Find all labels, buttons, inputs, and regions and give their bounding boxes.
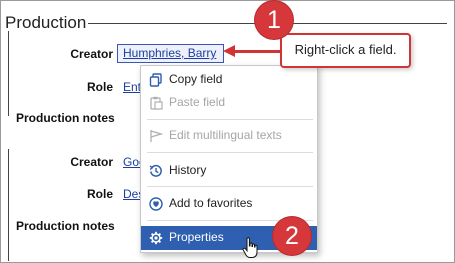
- role-label-2: Role: [86, 187, 113, 201]
- group-border-2: [8, 149, 9, 261]
- callout-arrow-head: [223, 45, 235, 57]
- menu-item-history[interactable]: History: [141, 159, 317, 183]
- menu-item-label: Copy field: [169, 72, 223, 86]
- screenshot-frame: Production Creator Humphries, Barry Role…: [0, 0, 455, 263]
- menu-item-label: History: [169, 163, 207, 177]
- menu-item-paste-field[interactable]: Paste field: [141, 91, 317, 115]
- menu-separator: [147, 152, 313, 153]
- menu-item-label: Edit multilingual texts: [169, 128, 282, 142]
- group-border-1: [8, 31, 9, 116]
- creator-label-2: Creator: [70, 155, 113, 169]
- paste-icon: [150, 96, 163, 110]
- step-badge-2: 2: [273, 217, 311, 255]
- role-value-link[interactable]: Ent: [123, 80, 141, 95]
- callout-arrow: [233, 50, 281, 53]
- menu-separator: [147, 186, 313, 187]
- history-icon: [149, 164, 162, 177]
- creator-value-link[interactable]: Humphries, Barry: [123, 46, 216, 61]
- section-title: Production: [5, 13, 89, 33]
- callout-box: Right-click a field.: [280, 33, 411, 68]
- creator-field[interactable]: Humphries, Barry: [117, 44, 224, 63]
- menu-item-add-to-favorites[interactable]: Add to favorites: [141, 192, 317, 216]
- menu-separator: [147, 119, 313, 120]
- creator-label: Creator: [70, 47, 113, 61]
- step-badge-1: 1: [255, 1, 293, 39]
- menu-item-copy-field[interactable]: Copy field: [141, 68, 317, 92]
- callout-text: Right-click a field.: [294, 42, 397, 57]
- menu-item-label: Add to favorites: [169, 196, 253, 210]
- flag-icon: [150, 130, 163, 142]
- gear-icon: [149, 231, 163, 245]
- menu-item-edit-multilingual[interactable]: Edit multilingual texts: [141, 124, 317, 148]
- hand-cursor-icon: [242, 237, 258, 258]
- copy-icon: [149, 73, 162, 87]
- production-notes-label: Production notes: [16, 111, 115, 125]
- menu-item-label: Paste field: [169, 95, 226, 109]
- favorite-icon: [149, 197, 163, 211]
- production-notes-label-2: Production notes: [16, 219, 115, 233]
- menu-item-label: Properties: [169, 230, 224, 244]
- role-label: Role: [86, 80, 113, 94]
